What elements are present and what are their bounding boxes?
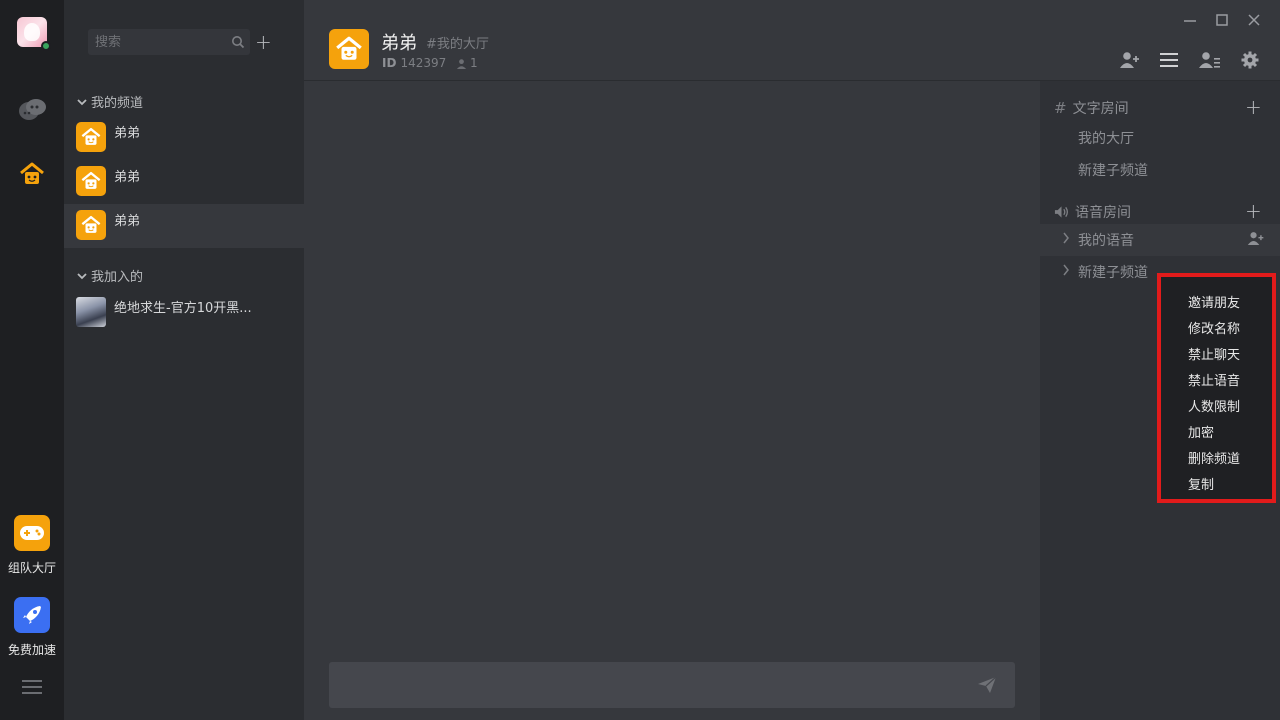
settings-button[interactable] — [1239, 50, 1261, 70]
text-category-label: 文字房间 — [1072, 101, 1129, 117]
joined-title: 我加入的 — [91, 270, 144, 285]
id-value: 142397 — [400, 56, 447, 70]
id-label: ID — [382, 56, 397, 70]
channel-name: 弟弟 — [114, 170, 141, 185]
add-user-icon — [1120, 52, 1139, 68]
channel-subtitle: #我的大厅 — [426, 37, 489, 52]
gear-icon — [1241, 51, 1259, 69]
house-logo-icon — [76, 122, 106, 152]
menu-item-mute-chat[interactable]: 禁止聊天 — [1188, 344, 1240, 363]
channel-id: ID 142397 — [382, 56, 446, 70]
send-icon[interactable] — [977, 676, 997, 698]
member-list-icon — [1199, 52, 1220, 68]
member-count: 1 — [456, 56, 478, 70]
house-logo-icon — [329, 29, 369, 69]
add-voice-room-button[interactable]: + — [1245, 201, 1262, 221]
menu-item-user-limit[interactable]: 人数限制 — [1188, 396, 1240, 415]
online-status-dot — [41, 41, 51, 51]
channel-sidebar: + 我的频道 弟弟 弟弟 弟弟 我加入的 绝地求生-官方10开黑... — [64, 0, 304, 720]
channel-header: 弟弟 #我的大厅 ID 142397 1 — [304, 0, 1280, 81]
hash-icon: # — [1054, 99, 1067, 117]
voice-rooms-category: 语音房间 — [1054, 202, 1131, 222]
my-channels-section[interactable]: 我的频道 — [76, 92, 143, 111]
list-icon — [1160, 53, 1178, 67]
channel-context-menu: 邀请朋友 修改名称 禁止聊天 禁止语音 人数限制 加密 删除频道 复制 — [1157, 273, 1276, 503]
chat-main: 弟弟 #我的大厅 ID 142397 1 — [304, 0, 1280, 720]
channel-title: 弟弟 — [381, 33, 417, 54]
add-friend-button[interactable] — [1119, 50, 1141, 70]
invite-user-icon[interactable] — [1247, 231, 1265, 250]
messages-icon[interactable] — [16, 95, 48, 127]
search-icon[interactable] — [231, 35, 245, 53]
voice-room-name: 新建子频道 — [1078, 265, 1148, 281]
rocket-icon — [14, 597, 50, 633]
create-channel-button[interactable]: + — [255, 32, 272, 52]
menu-item-copy[interactable]: 复制 — [1188, 474, 1214, 493]
menu-item-rename[interactable]: 修改名称 — [1188, 318, 1240, 337]
team-lobby-label: 组队大厅 — [7, 561, 56, 575]
chevron-down-icon — [77, 272, 87, 279]
menu-item-mute-voice[interactable]: 禁止语音 — [1188, 370, 1240, 389]
maximize-icon — [1216, 14, 1228, 26]
chevron-right-icon — [1062, 264, 1070, 280]
add-text-room-button[interactable]: + — [1245, 97, 1262, 117]
chevron-down-icon — [77, 98, 87, 105]
message-input[interactable] — [329, 662, 1015, 708]
channel-item[interactable]: 弟弟 — [64, 116, 304, 160]
menu-item-encrypt[interactable]: 加密 — [1188, 422, 1214, 441]
menu-icon[interactable] — [22, 680, 42, 694]
maximize-button[interactable] — [1212, 10, 1232, 30]
search-input[interactable] — [88, 29, 228, 55]
voice-room-item[interactable]: 我的语音 — [1040, 224, 1280, 256]
channel-name: 弟弟 — [114, 126, 141, 141]
channel-item-active[interactable]: 弟弟 — [64, 204, 304, 248]
home-channel-icon[interactable] — [16, 158, 48, 190]
text-room-item[interactable]: 新建子频道 — [1078, 160, 1148, 180]
chevron-right-icon — [1062, 232, 1070, 248]
text-room-item[interactable]: 我的大厅 — [1078, 128, 1134, 148]
close-button[interactable] — [1244, 10, 1264, 30]
channel-name: 弟弟 — [114, 214, 141, 229]
free-boost-label: 免费加速 — [7, 643, 56, 657]
member-list-button[interactable] — [1199, 50, 1221, 70]
speaker-icon — [1054, 206, 1069, 218]
text-rooms-category: # 文字房间 — [1054, 98, 1129, 118]
app-rail: 组队大厅 免费加速 — [0, 0, 64, 720]
joined-channel-item[interactable]: 绝地求生-官方10开黑... — [64, 297, 304, 331]
menu-item-delete-channel[interactable]: 删除频道 — [1188, 448, 1240, 467]
member-count-value: 1 — [470, 56, 478, 70]
team-lobby-app[interactable]: 组队大厅 — [0, 515, 64, 576]
game-thumbnail — [76, 297, 106, 327]
house-logo-icon — [76, 166, 106, 196]
minimize-button[interactable] — [1180, 10, 1200, 30]
user-icon — [456, 58, 467, 69]
house-logo-icon — [76, 210, 106, 240]
channel-item[interactable]: 弟弟 — [64, 160, 304, 204]
my-channels-title: 我的频道 — [91, 96, 144, 111]
channel-list-button[interactable] — [1158, 50, 1180, 70]
gamepad-icon — [14, 515, 50, 551]
close-icon — [1248, 14, 1260, 26]
joined-section[interactable]: 我加入的 — [76, 266, 143, 285]
free-boost-app[interactable]: 免费加速 — [0, 597, 64, 658]
voice-room-name: 我的语音 — [1078, 233, 1134, 249]
voice-category-label: 语音房间 — [1075, 205, 1131, 221]
search-box[interactable] — [88, 29, 250, 55]
menu-item-invite-friends[interactable]: 邀请朋友 — [1188, 292, 1240, 311]
channel-name: 绝地求生-官方10开黑... — [114, 301, 252, 316]
minimize-icon — [1184, 20, 1196, 22]
